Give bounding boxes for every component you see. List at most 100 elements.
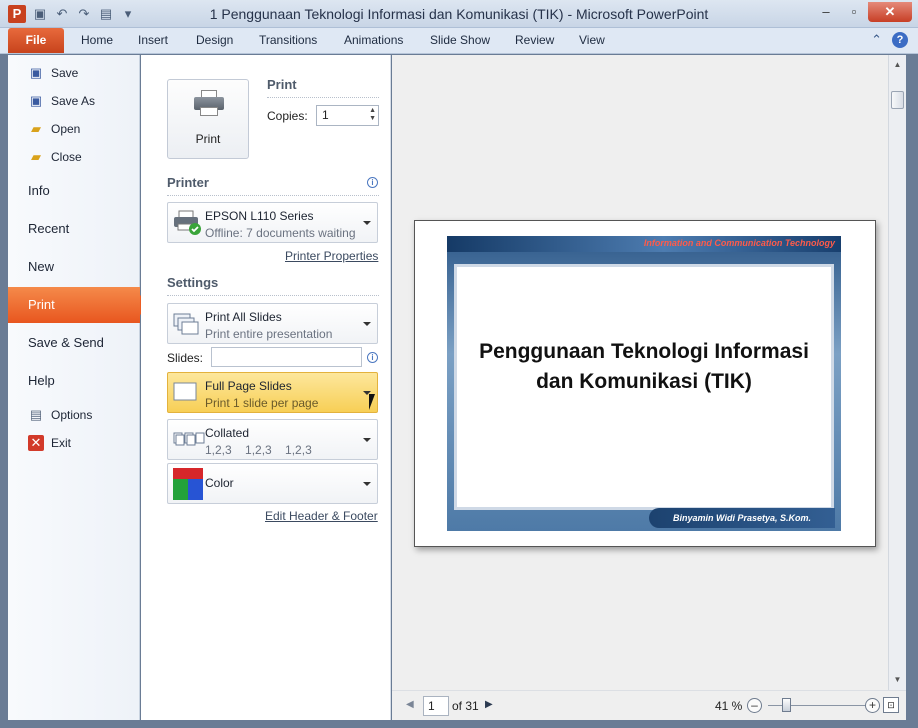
- help-icon[interactable]: ?: [892, 32, 908, 48]
- close-window-button[interactable]: ✕: [868, 2, 912, 22]
- nav-exit-label: Exit: [51, 436, 72, 450]
- preview-scrollbar[interactable]: ▲ ▼: [888, 55, 906, 690]
- zoom-out-icon[interactable]: –: [747, 698, 762, 713]
- slide-banner: Information and Communication Technology: [447, 236, 841, 252]
- nav-close[interactable]: ▰ Close: [28, 147, 82, 167]
- print-range-dropdown[interactable]: Print All Slides Print entire presentati…: [167, 303, 378, 344]
- collation-subtitle: 1,2,3 1,2,3 1,2,3: [205, 443, 312, 457]
- slide-preview: Information and Communication Technology…: [414, 220, 876, 547]
- printer-ready-icon: [173, 209, 201, 237]
- nav-exit[interactable]: ✕ Exit: [28, 433, 71, 453]
- open-folder-icon: ▰: [31, 121, 41, 136]
- scroll-down-icon[interactable]: ▼: [890, 672, 905, 688]
- nav-options-label: Options: [51, 408, 93, 422]
- slide-banner-text: Information and Communication Technology: [643, 238, 835, 248]
- printer-dropdown[interactable]: EPSON L110 Series Offline: 7 documents w…: [167, 202, 378, 243]
- tab-transitions[interactable]: Transitions: [259, 33, 317, 47]
- ribbon-tabs: File Home Insert Design Transitions Anim…: [0, 28, 918, 54]
- color-dropdown[interactable]: Color: [167, 463, 378, 504]
- ribbon-collapse-icon[interactable]: ⌃: [871, 32, 882, 48]
- copies-spin-icon[interactable]: ▲ ▼: [369, 107, 376, 123]
- window-title: 1 Penggunaan Teknologi Informasi dan Kom…: [209, 6, 709, 22]
- window-controls: – ▫ ✕: [812, 2, 912, 22]
- zoom-to-page-icon[interactable]: ⊡: [883, 697, 899, 713]
- slides-input[interactable]: [211, 347, 362, 367]
- print-range-subtitle: Print entire presentation: [205, 327, 333, 341]
- nav-save-as[interactable]: ▣ Save As: [28, 91, 95, 111]
- minimize-button[interactable]: –: [812, 2, 840, 22]
- print-preview: Information and Communication Technology…: [392, 55, 888, 690]
- slides-label: Slides:: [167, 351, 204, 365]
- preview-status-bar: ◀ 1 of 31 ▶ 41 % – + ⊡: [392, 690, 906, 720]
- chevron-down-icon: [363, 482, 371, 486]
- printer-properties-link[interactable]: Printer Properties: [285, 249, 378, 263]
- nav-close-label: Close: [51, 150, 82, 164]
- print-section-title: Print: [267, 77, 297, 92]
- close-folder-icon: ▰: [31, 149, 41, 164]
- tab-view[interactable]: View: [579, 33, 605, 47]
- title-bar: P ▣ ↶ ↷ ▤ ▾ 1 Penggunaan Teknologi Infor…: [0, 0, 918, 28]
- print-divider: [267, 97, 379, 98]
- save-icon: ▣: [29, 65, 43, 80]
- scroll-up-icon[interactable]: ▲: [890, 57, 905, 73]
- print-button-label: Print: [195, 132, 221, 146]
- chevron-down-icon: [363, 322, 371, 326]
- slide-author: Binyamin Widi Prasetya, S.Kom.: [649, 508, 835, 528]
- collation-title: Collated: [205, 426, 250, 440]
- slides-info-icon[interactable]: i: [367, 352, 378, 363]
- next-page-icon[interactable]: ▶: [485, 699, 493, 710]
- previous-page-icon[interactable]: ◀: [406, 699, 414, 710]
- current-page-input[interactable]: 1: [423, 696, 449, 716]
- print-settings-panel: Print Print Copies: 1 ▲ ▼ Printer i EPSON…: [141, 55, 391, 720]
- save-as-icon: ▣: [29, 93, 43, 108]
- tab-slide-show[interactable]: Slide Show: [430, 33, 490, 47]
- layout-dropdown[interactable]: Full Page Slides Print 1 slide per page: [167, 372, 378, 413]
- tab-review[interactable]: Review: [515, 33, 554, 47]
- printer-icon: [194, 90, 224, 116]
- printer-info-icon[interactable]: i: [367, 177, 378, 188]
- options-icon: ▤: [29, 407, 43, 422]
- tab-animations[interactable]: Animations: [344, 33, 403, 47]
- chevron-down-icon: [363, 221, 371, 225]
- zoom-slider-thumb[interactable]: [782, 698, 791, 712]
- nav-open[interactable]: ▰ Open: [28, 119, 80, 139]
- zoom-in-icon[interactable]: +: [865, 698, 880, 713]
- layout-subtitle: Print 1 slide per page: [205, 396, 319, 410]
- all-slides-icon: [173, 312, 199, 336]
- nav-print[interactable]: Print: [8, 287, 150, 323]
- edit-header-footer-link[interactable]: Edit Header & Footer: [265, 509, 378, 523]
- nav-help[interactable]: Help: [28, 373, 55, 388]
- nav-options[interactable]: ▤ Options: [28, 405, 93, 425]
- color-title: Color: [205, 476, 234, 490]
- printer-status: Offline: 7 documents waiting: [205, 226, 356, 240]
- nav-new[interactable]: New: [28, 259, 54, 274]
- zoom-percent[interactable]: 41 %: [715, 699, 742, 713]
- print-button[interactable]: Print: [167, 79, 249, 159]
- nav-save-send[interactable]: Save & Send: [28, 335, 104, 350]
- nav-save-label: Save: [51, 66, 79, 80]
- scroll-thumb[interactable]: [891, 91, 904, 109]
- backstage-nav: ▣ Save ▣ Save As ▰ Open ▰ Close Info Rec…: [8, 55, 150, 720]
- nav-info[interactable]: Info: [28, 183, 50, 198]
- tab-insert[interactable]: Insert: [138, 33, 168, 47]
- exit-icon: ✕: [28, 435, 44, 451]
- nav-recent[interactable]: Recent: [28, 221, 69, 236]
- nav-save-as-label: Save As: [51, 94, 96, 108]
- tab-home[interactable]: Home: [81, 33, 113, 47]
- printer-section-title: Printer: [167, 175, 209, 190]
- printer-name: EPSON L110 Series: [205, 209, 314, 223]
- slide-title: Penggunaan Teknologi Informasi dan Komun…: [479, 340, 809, 393]
- page-count: of 31: [452, 699, 479, 713]
- color-swatch-icon: [173, 468, 203, 500]
- settings-section-title: Settings: [167, 275, 219, 290]
- nav-save[interactable]: ▣ Save: [28, 63, 79, 83]
- maximize-button[interactable]: ▫: [840, 2, 868, 22]
- collated-icon: [173, 429, 205, 449]
- print-range-title: Print All Slides: [205, 310, 282, 324]
- copies-stepper[interactable]: 1 ▲ ▼: [316, 105, 379, 126]
- tab-file[interactable]: File: [8, 28, 64, 53]
- tab-design[interactable]: Design: [196, 33, 233, 47]
- copies-label: Copies:: [267, 109, 308, 123]
- collation-dropdown[interactable]: Collated 1,2,3 1,2,3 1,2,3: [167, 419, 378, 460]
- nav-open-label: Open: [51, 122, 81, 136]
